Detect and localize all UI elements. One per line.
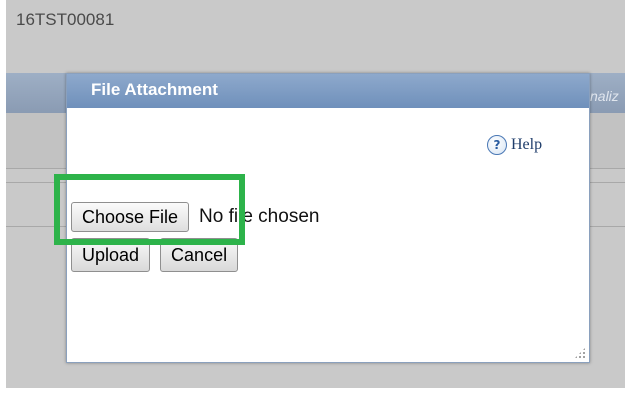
- upload-button[interactable]: Upload: [71, 238, 151, 272]
- file-status-text: No file chosen: [199, 206, 320, 227]
- file-input-row: Choose File No file chosen: [71, 202, 319, 232]
- resize-grip-icon[interactable]: [574, 347, 586, 359]
- screen-edge: [0, 0, 6, 394]
- choose-file-button[interactable]: Choose File: [71, 202, 190, 232]
- cancel-button[interactable]: Cancel: [160, 238, 239, 272]
- help-circle-icon[interactable]: ?: [487, 135, 507, 155]
- dialog-title: File Attachment: [91, 80, 218, 99]
- dialog-title-bar[interactable]: File Attachment: [67, 74, 589, 108]
- help-link[interactable]: ? Help: [487, 135, 542, 155]
- page-bar-clipped-text: naliz: [590, 88, 619, 104]
- help-link-label[interactable]: Help: [511, 136, 542, 154]
- screen-edge: [0, 388, 625, 394]
- case-id-label: 16TST00081: [16, 10, 115, 29]
- dialog-button-row: Upload Cancel: [71, 238, 239, 272]
- file-attachment-dialog: File Attachment ? Help Choose File No fi…: [66, 73, 590, 363]
